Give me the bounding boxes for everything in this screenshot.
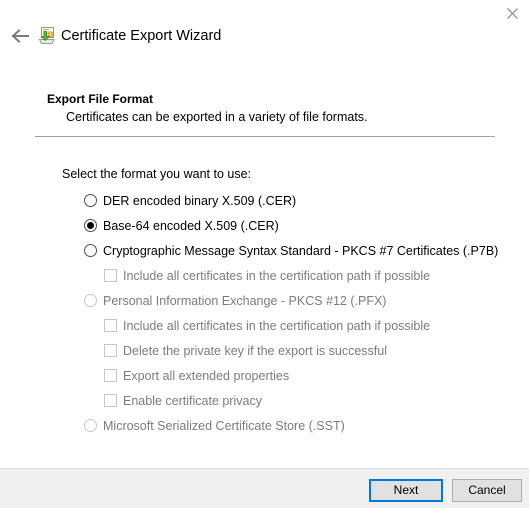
option-pfx-include-all-certificates-row: Include all certificates in the certific… (0, 313, 529, 338)
close-icon (506, 7, 518, 19)
option-p7b-include-all-certificates-checkbox (104, 269, 117, 282)
option-pkcs12-pfx-row: Personal Information Exchange - PKCS #12… (0, 288, 529, 313)
option-delete-private-key-checkbox (104, 344, 117, 357)
option-pkcs12-pfx-label: Personal Information Exchange - PKCS #12… (103, 293, 387, 308)
option-base64-encoded-radio[interactable] (84, 219, 97, 232)
option-enable-certificate-privacy-label: Enable certificate privacy (123, 393, 262, 408)
back-button[interactable] (6, 24, 34, 48)
option-pkcs7-certificates-label: Cryptographic Message Syntax Standard - … (103, 243, 499, 258)
option-export-extended-properties-checkbox (104, 369, 117, 382)
option-p7b-include-all-certificates-label: Include all certificates in the certific… (123, 268, 431, 283)
cancel-button[interactable]: Cancel (452, 479, 522, 502)
option-enable-certificate-privacy-checkbox (104, 394, 117, 407)
option-pkcs7-certificates-row[interactable]: Cryptographic Message Syntax Standard - … (0, 238, 529, 263)
option-export-extended-properties-row: Export all extended properties (0, 363, 529, 388)
next-button[interactable]: Next (369, 479, 443, 502)
option-serialized-certificate-store-row: Microsoft Serialized Certificate Store (… (0, 413, 529, 438)
header-divider (35, 136, 495, 137)
option-enable-certificate-privacy-row: Enable certificate privacy (0, 388, 529, 413)
option-der-encoded-binary-label: DER encoded binary X.509 (.CER) (103, 193, 297, 208)
close-button[interactable] (495, 0, 529, 26)
title-bar: Certificate Export Wizard (0, 0, 529, 64)
page-title: Export File Format (47, 92, 154, 106)
option-pfx-include-all-certificates-checkbox (104, 319, 117, 332)
option-der-encoded-binary-radio[interactable] (84, 194, 97, 207)
certificate-export-icon (37, 26, 57, 46)
option-pfx-include-all-certificates-label: Include all certificates in the certific… (123, 318, 431, 333)
footer-bar: Next Cancel (0, 468, 529, 508)
content-area: Export File Format Certificates can be e… (0, 64, 529, 468)
option-serialized-certificate-store-label: Microsoft Serialized Certificate Store (… (103, 418, 345, 433)
option-export-extended-properties-label: Export all extended properties (123, 368, 290, 383)
option-base64-encoded-row[interactable]: Base-64 encoded X.509 (.CER) (0, 213, 529, 238)
option-base64-encoded-label: Base-64 encoded X.509 (.CER) (103, 218, 279, 233)
format-prompt: Select the format you want to use: (62, 167, 251, 181)
window-title: Certificate Export Wizard (61, 28, 222, 44)
option-der-encoded-binary-row[interactable]: DER encoded binary X.509 (.CER) (0, 188, 529, 213)
back-arrow-icon (11, 29, 29, 43)
option-delete-private-key-row: Delete the private key if the export is … (0, 338, 529, 363)
option-p7b-include-all-certificates-row: Include all certificates in the certific… (0, 263, 529, 288)
option-pkcs7-certificates-radio[interactable] (84, 244, 97, 257)
format-option-list: DER encoded binary X.509 (.CER) Base-64 e… (0, 188, 529, 438)
option-serialized-certificate-store-radio (84, 419, 97, 432)
page-description: Certificates can be exported in a variet… (66, 110, 368, 124)
option-pkcs12-pfx-radio (84, 294, 97, 307)
option-delete-private-key-label: Delete the private key if the export is … (123, 343, 388, 358)
